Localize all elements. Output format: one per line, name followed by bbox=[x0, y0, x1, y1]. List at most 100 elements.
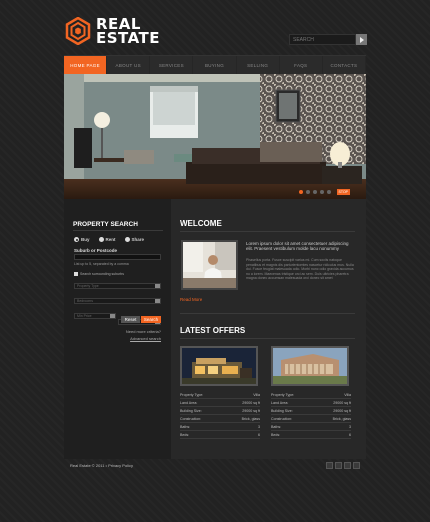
radio-share-label: Share bbox=[131, 237, 145, 242]
nav-services[interactable]: SERVICES bbox=[150, 56, 194, 74]
slide-dot-5[interactable] bbox=[326, 190, 331, 194]
share-icon[interactable] bbox=[353, 462, 360, 469]
property-type-select[interactable]: Property Type bbox=[74, 283, 161, 289]
detail-row: Beds: 6 bbox=[271, 431, 351, 439]
detail-label: Construction: bbox=[180, 416, 202, 421]
latest-offers-title: LATEST OFFERS bbox=[180, 326, 246, 335]
facebook-icon[interactable] bbox=[335, 462, 342, 469]
chevron-down-icon bbox=[155, 284, 160, 288]
reset-button[interactable]: Reset bbox=[121, 316, 140, 323]
bedrooms-value: Bedrooms bbox=[77, 299, 93, 303]
hero-bedroom-image bbox=[64, 74, 366, 199]
chevron-down-icon bbox=[155, 299, 160, 303]
offer-photo-1 bbox=[182, 348, 256, 384]
bedrooms-select[interactable]: Bedrooms bbox=[74, 298, 161, 304]
detail-value: 3 bbox=[349, 424, 351, 429]
radio-buy-label: Buy bbox=[81, 237, 90, 242]
checkbox-label: Search surrounding suburbs bbox=[80, 272, 124, 276]
nav-home[interactable]: HOME PAGE bbox=[64, 56, 108, 74]
detail-label: Baths: bbox=[180, 424, 191, 429]
radio-share[interactable]: Share bbox=[124, 237, 145, 242]
detail-value: Brick, glass bbox=[241, 416, 260, 421]
detail-row: Land Area: 29000 sq ft bbox=[180, 399, 260, 407]
detail-label: Land Area: bbox=[180, 400, 198, 405]
welcome-title: WELCOME bbox=[180, 219, 222, 228]
slide-dot-2[interactable] bbox=[305, 190, 310, 194]
footer-text: Real Estate © 2011 • Privacy Policy bbox=[70, 463, 133, 468]
arrow-right-icon bbox=[359, 36, 364, 43]
surrounding-checkbox[interactable]: Search surrounding suburbs bbox=[74, 272, 124, 276]
offer-photo-2 bbox=[273, 348, 347, 384]
nav-selling[interactable]: SELLING bbox=[237, 56, 280, 74]
radio-rent[interactable]: Rent bbox=[98, 237, 116, 242]
detail-value: Villa bbox=[344, 392, 351, 397]
chevron-down-icon bbox=[110, 314, 115, 318]
checkbox-icon bbox=[74, 272, 78, 276]
detail-row: Property Type: Villa bbox=[180, 391, 260, 399]
detail-label: Land Area: bbox=[271, 400, 289, 405]
search-type-radios: Buy Rent Share bbox=[74, 237, 144, 242]
detail-label: Beds: bbox=[180, 432, 190, 437]
detail-label: Building Size: bbox=[271, 408, 293, 413]
stop-button[interactable]: STOP bbox=[336, 189, 350, 195]
radio-icon bbox=[124, 237, 130, 242]
detail-value: 3 bbox=[258, 424, 260, 429]
property-type-value: Property Type bbox=[77, 284, 99, 288]
min-price-select[interactable]: Min Price bbox=[74, 313, 116, 319]
welcome-image bbox=[181, 240, 238, 290]
advanced-search-link[interactable]: Advanced search bbox=[100, 336, 161, 341]
detail-value: 29000 sq ft bbox=[242, 400, 260, 405]
social-links bbox=[326, 462, 360, 469]
radio-buy[interactable]: Buy bbox=[74, 237, 90, 242]
detail-value: 6 bbox=[349, 432, 351, 437]
detail-label: Property Type: bbox=[271, 392, 295, 397]
nav-buying[interactable]: BUYING bbox=[193, 56, 237, 74]
logo-mark-icon bbox=[65, 17, 91, 45]
suburb-hint: List up to 5, separated by a comma bbox=[74, 262, 129, 266]
search-submit-button[interactable]: Search bbox=[141, 316, 161, 323]
logo[interactable]: REAL ESTATE bbox=[64, 14, 184, 48]
offer-1-details: Property Type: Villa Land Area: 29000 sq f… bbox=[180, 391, 260, 439]
detail-value: 29000 sq ft bbox=[242, 408, 260, 413]
need-more-text: Need more criteria? bbox=[125, 329, 161, 334]
property-search-title: PROPERTY SEARCH bbox=[73, 221, 138, 228]
detail-label: Building Size: bbox=[180, 408, 202, 413]
detail-label: Beds: bbox=[271, 432, 281, 437]
detail-row: Construction: Brick, glass bbox=[180, 415, 260, 423]
search-input[interactable] bbox=[289, 34, 356, 45]
divider bbox=[180, 231, 355, 232]
detail-value: 29000 sq ft bbox=[333, 408, 351, 413]
detail-row: Property Type: Villa bbox=[271, 391, 351, 399]
welcome-lead: Lorem ipsum dolor sit amet consectetuer … bbox=[246, 241, 349, 252]
detail-value: 29000 sq ft bbox=[333, 400, 351, 405]
offer-image-1[interactable] bbox=[180, 346, 258, 386]
radio-rent-label: Rent bbox=[105, 237, 116, 242]
hero-slideshow[interactable]: STOP bbox=[64, 74, 366, 199]
logo-line2: ESTATE bbox=[96, 29, 161, 47]
offer-image-2[interactable] bbox=[271, 346, 349, 386]
radio-checked-icon bbox=[74, 237, 79, 242]
detail-label: Construction: bbox=[271, 416, 293, 421]
divider bbox=[73, 230, 163, 231]
slide-dot-3[interactable] bbox=[312, 190, 317, 194]
detail-value: Villa bbox=[253, 392, 260, 397]
rss-icon[interactable] bbox=[326, 462, 333, 469]
read-more-link[interactable]: Read More bbox=[180, 297, 202, 302]
welcome-body: Phasellus porta. Fusce suscipit varius m… bbox=[246, 258, 354, 280]
suburb-input[interactable] bbox=[74, 254, 161, 260]
search-button[interactable] bbox=[356, 34, 367, 45]
detail-label: Property Type: bbox=[180, 392, 204, 397]
slide-dot-4[interactable] bbox=[319, 190, 324, 194]
logo-text: REAL ESTATE bbox=[96, 17, 161, 47]
slide-dot-1[interactable] bbox=[298, 190, 303, 194]
nav-about[interactable]: ABOUT US bbox=[107, 56, 151, 74]
nav-contacts[interactable]: CONTACTS bbox=[323, 56, 366, 74]
nav-faqs[interactable]: FAQS bbox=[280, 56, 323, 74]
main-nav: HOME PAGE ABOUT US SERVICES BUYING SELLI… bbox=[64, 55, 366, 74]
detail-row: Construction: Brick, glass bbox=[271, 415, 351, 423]
detail-row: Building Size: 29000 sq ft bbox=[180, 407, 260, 415]
divider bbox=[180, 338, 355, 339]
min-price-value: Min Price bbox=[77, 314, 92, 318]
twitter-icon[interactable] bbox=[344, 462, 351, 469]
offer-2-details: Property Type: Villa Land Area: 29000 sq f… bbox=[271, 391, 351, 439]
